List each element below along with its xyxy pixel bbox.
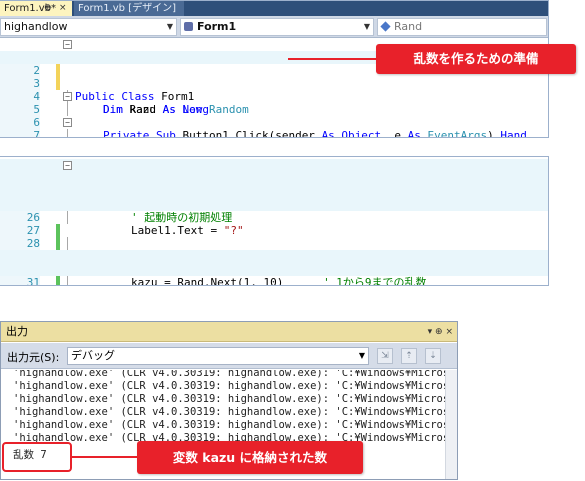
output-scrollbar[interactable]: [445, 370, 457, 479]
code-text: kazu = Rand.Next(1, 10) ' 1から9までの乱数: [131, 276, 427, 286]
output-line: 'highandlow.exe' (CLR v4.0.30319: highan…: [13, 370, 458, 379]
code-line: 5 − Private Sub Button1_Click(sender As …: [0, 90, 548, 137]
collapse-icon[interactable]: −: [63, 40, 72, 49]
change-marker: [56, 276, 60, 285]
code-line: 30 End Sub: [0, 250, 548, 285]
class-combo-value: Form1: [197, 20, 237, 33]
output-line: 'highandlow.exe' (CLR v4.0.30319: highan…: [13, 393, 458, 405]
code-line: 29 Console.WriteLine("乱数 " & kazu): [0, 237, 548, 285]
line-number: 31: [0, 276, 40, 285]
close-icon[interactable]: ×: [59, 1, 67, 16]
source-select[interactable]: デバッグ ▼: [67, 347, 369, 365]
next-message-icon[interactable]: ⇣: [425, 348, 441, 364]
code-line: 4: [0, 77, 548, 116]
output-line: 'highandlow.exe' (CLR v4.0.30319: highan…: [13, 419, 458, 431]
callout-connector: [72, 456, 138, 458]
tab-label: Form1.vb [デザイン]: [78, 3, 176, 14]
chevron-down-icon: ▼: [166, 22, 173, 31]
code-line: 25 Label1.Text = "?": [0, 185, 548, 237]
code-line: 31 End Class: [0, 263, 548, 285]
code-line: 23 − Private Sub Form1_Load(sender As Ob…: [0, 159, 548, 211]
collapse-icon[interactable]: −: [63, 161, 72, 170]
outline-guide: [67, 276, 68, 285]
collapse-icon[interactable]: −: [63, 118, 72, 127]
goto-location-icon[interactable]: ⇲: [377, 348, 393, 364]
pin-icon[interactable]: ⊕: [44, 1, 52, 16]
class-combo[interactable]: Form1 ▼: [180, 18, 374, 36]
chevron-down-icon: ▼: [358, 351, 365, 360]
code-line: 24 ' 起動時の初期処理: [0, 172, 548, 224]
code-line: 8 Label2.Text = "あたり": [0, 129, 548, 135]
code-line: 6 ' HIGH ボタンが押されたとき: [0, 103, 548, 137]
collapse-icon[interactable]: −: [63, 92, 72, 101]
highlight-box: [2, 442, 72, 472]
project-combo-value: highandlow: [4, 20, 68, 33]
output-line: 'highandlow.exe' (CLR v4.0.30319: highan…: [13, 380, 458, 392]
chevron-down-icon: ▼: [363, 22, 370, 31]
source-label: 出力元(S):: [7, 351, 60, 364]
window-controls[interactable]: ▾ ⊕ ×: [428, 322, 453, 342]
output-title: 出力: [6, 325, 28, 338]
callout-connector: [288, 58, 378, 60]
project-combo[interactable]: highandlow ▼: [0, 18, 177, 36]
tab-form1-vb[interactable]: Form1.vb* ⊕ ×: [0, 1, 72, 16]
output-title-bar: 出力 ▾ ⊕ ×: [1, 322, 457, 342]
field-icon: [380, 21, 391, 32]
output-toolbar: 出力元(S): デバッグ ▼ ⇲ ⇡ ⇣: [1, 343, 457, 369]
annotation-callout-kazu-value: 変数 kazu に格納された数: [137, 441, 363, 474]
member-combo-value: Rand: [394, 20, 423, 33]
tab-form1-design[interactable]: Form1.vb [デザイン]: [74, 1, 184, 16]
code-line: 27: [0, 211, 548, 263]
previous-message-icon[interactable]: ⇡: [401, 348, 417, 364]
code-line: 26 Label2.Text = "5より大きいか小さいか": [0, 198, 548, 263]
annotation-callout-random-prep: 乱数を作るための準備: [376, 44, 576, 74]
member-combo[interactable]: Rand: [377, 18, 547, 36]
source-select-value: デバッグ: [71, 349, 115, 362]
code-editor-bottom[interactable]: 23 − Private Sub Form1_Load(sender As Ob…: [0, 156, 549, 286]
code-lines-bottom[interactable]: 23 − Private Sub Form1_Load(sender As Ob…: [0, 159, 548, 285]
code-line: 28 kazu = Rand.Next(1, 10) ' 1から9までの乱数: [0, 224, 548, 285]
navigation-bar: highandlow ▼ Form1 ▼ Rand: [0, 16, 548, 38]
code-line: 7 − If kazu >= 5 Then: [0, 116, 548, 137]
output-line: 'highandlow.exe' (CLR v4.0.30319: highan…: [13, 406, 458, 418]
class-icon: [184, 22, 193, 31]
document-tab-bar: Form1.vb* ⊕ × Form1.vb [デザイン]: [0, 1, 548, 16]
